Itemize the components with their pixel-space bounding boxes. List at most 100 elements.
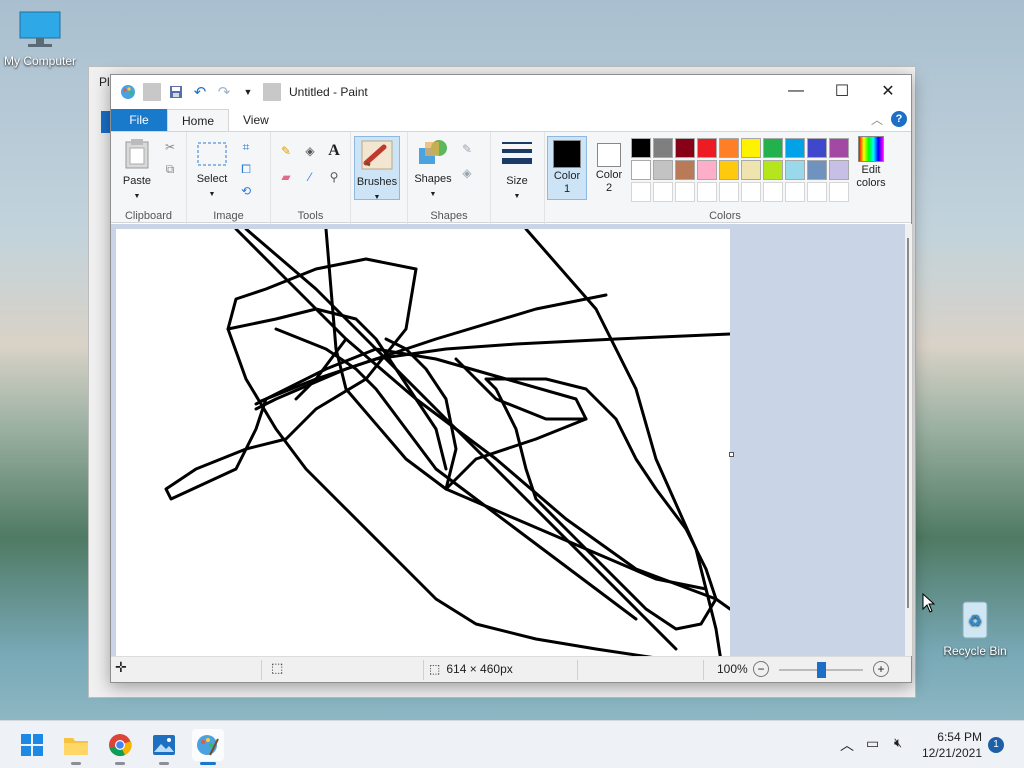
paint-taskbar-button[interactable] bbox=[192, 729, 224, 765]
minimize-icon[interactable]: — bbox=[773, 75, 819, 107]
rotate-icon[interactable]: ⟲ bbox=[237, 182, 255, 200]
title-bar[interactable]: ↶ ↷ ▼ Untitled - Paint — ☐ ✕ bbox=[111, 75, 911, 109]
pencil-icon[interactable]: ✎ bbox=[277, 142, 295, 160]
palette-color-swatch[interactable] bbox=[675, 138, 695, 158]
palette-color-swatch[interactable] bbox=[829, 138, 849, 158]
outline-icon[interactable]: ✎ bbox=[458, 140, 476, 158]
palette-color-swatch[interactable] bbox=[829, 160, 849, 180]
palette-color-swatch[interactable] bbox=[785, 138, 805, 158]
redo-icon[interactable]: ↷ bbox=[215, 83, 233, 101]
photos-button[interactable] bbox=[148, 729, 180, 765]
paint-window[interactable]: ↶ ↷ ▼ Untitled - Paint — ☐ ✕ File Home V… bbox=[110, 74, 912, 683]
save-icon[interactable] bbox=[167, 83, 185, 101]
canvas-resize-handle[interactable] bbox=[729, 452, 734, 457]
palette-color-swatch[interactable] bbox=[785, 160, 805, 180]
palette-color-swatch[interactable] bbox=[719, 138, 739, 158]
start-button[interactable] bbox=[16, 729, 48, 761]
chevron-down-icon: ▼ bbox=[513, 193, 521, 200]
image-group-label: Image bbox=[213, 210, 244, 222]
custom-color-slot[interactable] bbox=[697, 182, 717, 202]
eraser-icon[interactable]: ▰ bbox=[277, 168, 295, 186]
palette-color-swatch[interactable] bbox=[741, 160, 761, 180]
volume-muted-icon[interactable]: 🔇︎ bbox=[894, 735, 902, 751]
palette-color-swatch[interactable] bbox=[653, 138, 673, 158]
custom-color-slot[interactable] bbox=[653, 182, 673, 202]
zoom-slider[interactable] bbox=[779, 662, 863, 678]
copy-icon[interactable]: ⧉ bbox=[161, 160, 179, 178]
size-button[interactable]: Size ▼ bbox=[499, 140, 535, 203]
palette-color-swatch[interactable] bbox=[763, 160, 783, 180]
cursor-position-icon: ✛ bbox=[115, 659, 127, 675]
network-icon[interactable]: ▭ bbox=[866, 735, 879, 752]
custom-color-slot[interactable] bbox=[741, 182, 761, 202]
edit-colors-button[interactable]: Edit colors bbox=[851, 136, 891, 190]
help-icon[interactable]: ? bbox=[891, 111, 907, 127]
zoom-slider-thumb[interactable] bbox=[817, 662, 826, 678]
my-computer-desktop-icon[interactable]: My Computer bbox=[0, 10, 80, 68]
collapse-ribbon-icon[interactable]: ︿ bbox=[871, 111, 883, 128]
fill-icon[interactable]: ◈ bbox=[301, 142, 319, 160]
file-explorer-button[interactable] bbox=[60, 729, 92, 765]
select-icon bbox=[197, 142, 227, 166]
palette-color-swatch[interactable] bbox=[807, 138, 827, 158]
paste-button[interactable]: Paste ▼ bbox=[119, 138, 155, 203]
windows-icon bbox=[21, 734, 43, 756]
color2-button[interactable]: Color 2 bbox=[591, 136, 627, 195]
running-indicator bbox=[115, 762, 125, 765]
scrollbar-thumb[interactable] bbox=[907, 238, 909, 608]
magnifier-icon[interactable]: ⚲ bbox=[325, 168, 343, 186]
cut-icon[interactable]: ✂ bbox=[161, 138, 179, 156]
palette-color-swatch[interactable] bbox=[675, 160, 695, 180]
undo-icon[interactable]: ↶ bbox=[191, 83, 209, 101]
palette-color-swatch[interactable] bbox=[697, 138, 717, 158]
palette-color-swatch[interactable] bbox=[763, 138, 783, 158]
custom-color-slot[interactable] bbox=[829, 182, 849, 202]
zoom-in-icon[interactable]: + bbox=[873, 661, 889, 677]
zoom-out-icon[interactable]: − bbox=[753, 661, 769, 677]
palette-color-swatch[interactable] bbox=[807, 160, 827, 180]
color-picker-icon[interactable]: ⁄ bbox=[301, 168, 319, 186]
crop-icon[interactable]: ⌗ bbox=[237, 138, 255, 156]
show-hidden-icons-icon[interactable]: ︿ bbox=[840, 735, 854, 755]
maximize-icon[interactable]: ☐ bbox=[819, 75, 865, 107]
vertical-scrollbar[interactable] bbox=[905, 224, 912, 656]
recycle-bin-desktop-icon[interactable]: ♻ Recycle Bin bbox=[935, 598, 1015, 658]
custom-color-slot[interactable] bbox=[719, 182, 739, 202]
palette-color-swatch[interactable] bbox=[631, 138, 651, 158]
tab-view[interactable]: View bbox=[229, 109, 283, 131]
palette-color-swatch[interactable] bbox=[697, 160, 717, 180]
color1-button[interactable]: Color 1 bbox=[547, 136, 587, 200]
colors-group-label: Colors bbox=[709, 210, 741, 222]
close-icon[interactable]: ✕ bbox=[865, 75, 911, 107]
chevron-down-icon: ▼ bbox=[429, 191, 437, 198]
fill-shape-icon[interactable]: ◈ bbox=[458, 164, 476, 182]
tab-home[interactable]: Home bbox=[167, 109, 230, 131]
paste-icon bbox=[125, 139, 149, 169]
canvas-size-cell: ⬚ 614 × 460px bbox=[429, 662, 513, 676]
palette-color-swatch[interactable] bbox=[741, 138, 761, 158]
image-group: Select ▼ ⌗ ⧠ ⟲ Image bbox=[187, 132, 271, 224]
custom-color-slot[interactable] bbox=[675, 182, 695, 202]
text-icon[interactable]: A bbox=[325, 142, 343, 160]
chevron-down-icon: ▼ bbox=[208, 191, 216, 198]
drawing-canvas[interactable] bbox=[116, 229, 730, 656]
notification-badge[interactable]: 1 bbox=[988, 737, 1004, 753]
custom-color-slot[interactable] bbox=[785, 182, 805, 202]
customize-dropdown-icon[interactable]: ▼ bbox=[239, 83, 257, 101]
tab-file[interactable]: File bbox=[111, 109, 167, 131]
paint-app-icon[interactable] bbox=[119, 83, 137, 101]
palette-color-swatch[interactable] bbox=[719, 160, 739, 180]
palette-color-swatch[interactable] bbox=[631, 160, 651, 180]
palette-color-swatch[interactable] bbox=[653, 160, 673, 180]
resize-icon[interactable]: ⧠ bbox=[237, 160, 255, 178]
select-button[interactable]: Select ▼ bbox=[195, 142, 229, 201]
color2-label: Color 2 bbox=[595, 169, 623, 194]
clock[interactable]: 6:54 PM 12/21/2021 bbox=[922, 729, 982, 761]
chrome-button[interactable] bbox=[104, 729, 136, 765]
brushes-button[interactable]: Brushes ▼ bbox=[354, 136, 400, 201]
status-bar: ✛ ⬚ ⬚ 614 × 460px 100% − + bbox=[111, 656, 911, 682]
custom-color-slot[interactable] bbox=[763, 182, 783, 202]
shapes-button[interactable]: Shapes ▼ bbox=[414, 138, 452, 201]
custom-color-slot[interactable] bbox=[807, 182, 827, 202]
custom-color-slot[interactable] bbox=[631, 182, 651, 202]
